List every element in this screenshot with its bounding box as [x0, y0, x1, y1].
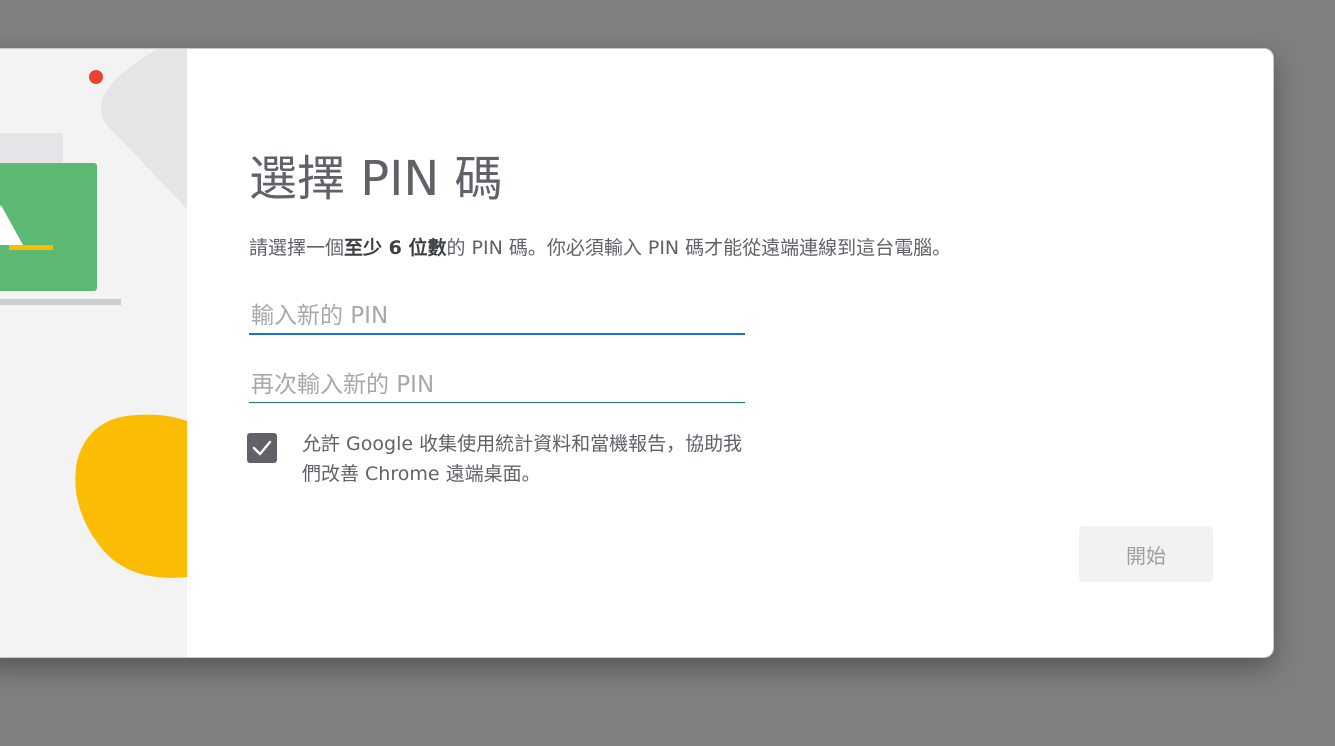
- start-button[interactable]: 開始: [1079, 526, 1213, 582]
- usage-stats-label[interactable]: 允許 Google 收集使用統計資料和當機報告，協助我們改善 Chrome 遠端…: [302, 429, 752, 489]
- usage-stats-checkbox[interactable]: [247, 433, 277, 463]
- yellow-blob-icon: [75, 414, 187, 578]
- pin-description: 請選擇一個至少 6 位數的 PIN 碼。你必須輸入 PIN 碼才能從遠端連線到這…: [249, 233, 951, 260]
- description-text-end: 的 PIN 碼。你必須輸入 PIN 碼才能從遠端連線到這台電腦。: [446, 237, 952, 259]
- red-dot-icon: [89, 70, 103, 84]
- monitor-screen-icon: [0, 163, 97, 291]
- illustration-panel: [0, 49, 187, 657]
- monitor-stand-icon: [0, 299, 121, 305]
- computer-illustration: [0, 49, 187, 578]
- description-text-start: 請選擇一個: [249, 237, 345, 259]
- page-title: 選擇 PIN 碼: [249, 151, 503, 207]
- pin-setup-dialog: 選擇 PIN 碼 請選擇一個至少 6 位數的 PIN 碼。你必須輸入 PIN 碼…: [0, 48, 1274, 658]
- confirm-pin-input[interactable]: [249, 367, 745, 403]
- description-emphasis: 至少 6 位數: [344, 237, 447, 259]
- new-pin-input[interactable]: [249, 299, 745, 335]
- checkmark-icon: [252, 440, 272, 456]
- dialog-content: 選擇 PIN 碼 請選擇一個至少 6 位數的 PIN 碼。你必須輸入 PIN 碼…: [247, 49, 1273, 657]
